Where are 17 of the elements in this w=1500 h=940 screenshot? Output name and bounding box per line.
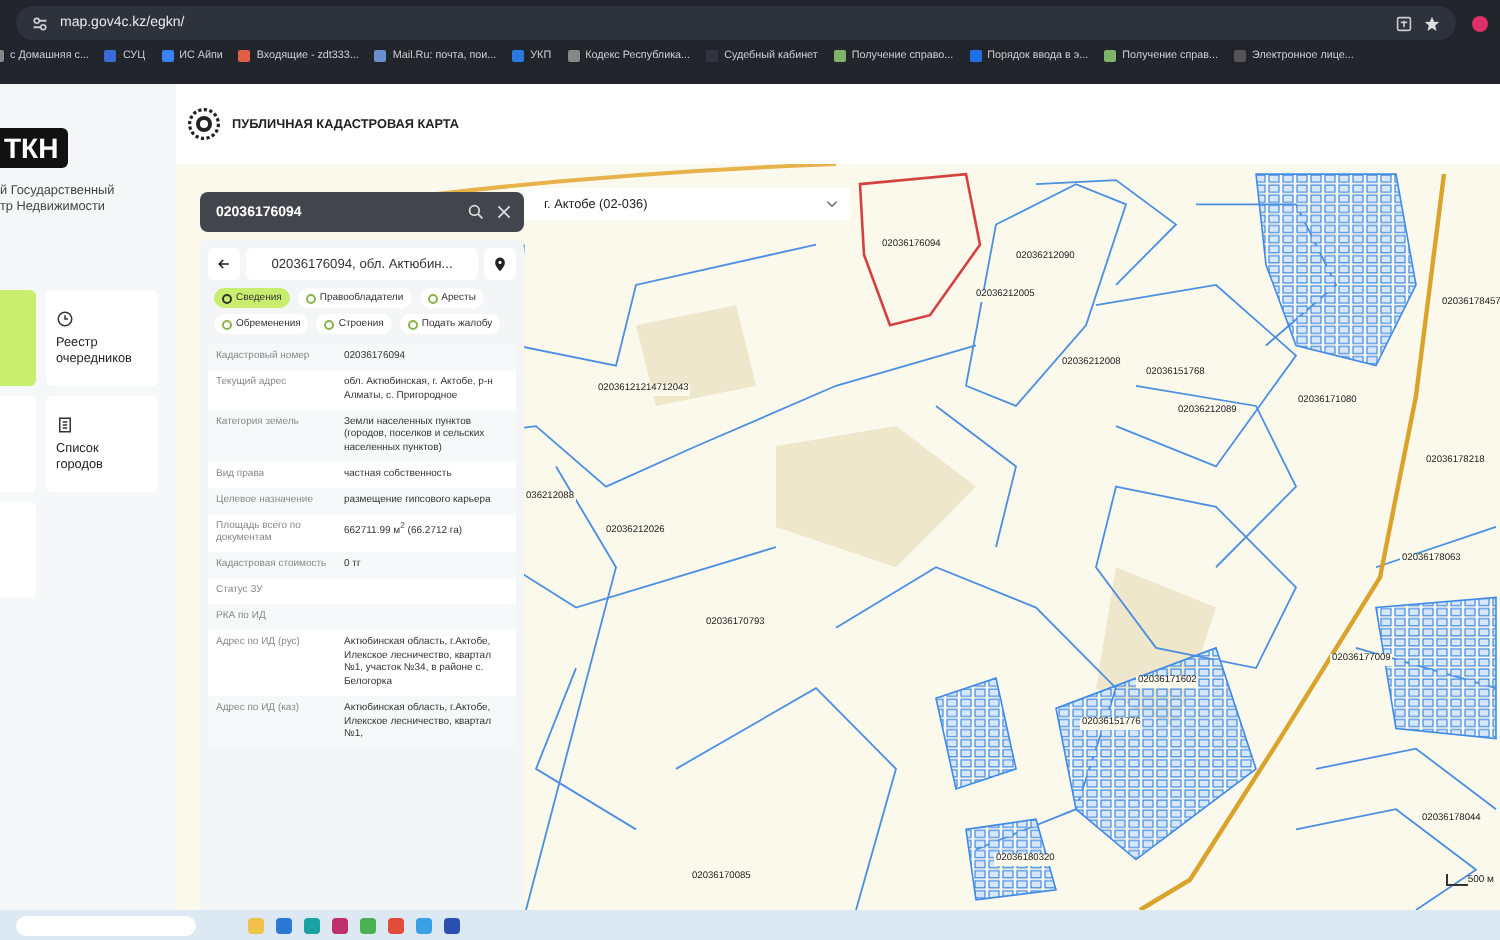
site-settings-icon[interactable] — [32, 15, 48, 31]
caret-icon — [826, 200, 838, 208]
building-icon — [56, 416, 74, 434]
back-button[interactable] — [208, 248, 240, 280]
emblem-icon — [188, 108, 220, 140]
star-icon[interactable] — [1424, 15, 1440, 31]
translate-icon[interactable] — [1396, 15, 1412, 31]
profile-icon[interactable] — [1472, 15, 1488, 31]
arrow-left-icon — [216, 256, 232, 272]
scale-bar — [1445, 874, 1468, 886]
brand-logo[interactable]: ТКН — [0, 128, 68, 168]
close-icon[interactable] — [496, 204, 512, 220]
map-pin-icon — [492, 256, 508, 272]
taskbar-search-field[interactable] — [16, 915, 196, 935]
search-icon[interactable] — [468, 204, 484, 220]
locate-button[interactable] — [484, 248, 516, 280]
clock-icon — [56, 310, 74, 328]
